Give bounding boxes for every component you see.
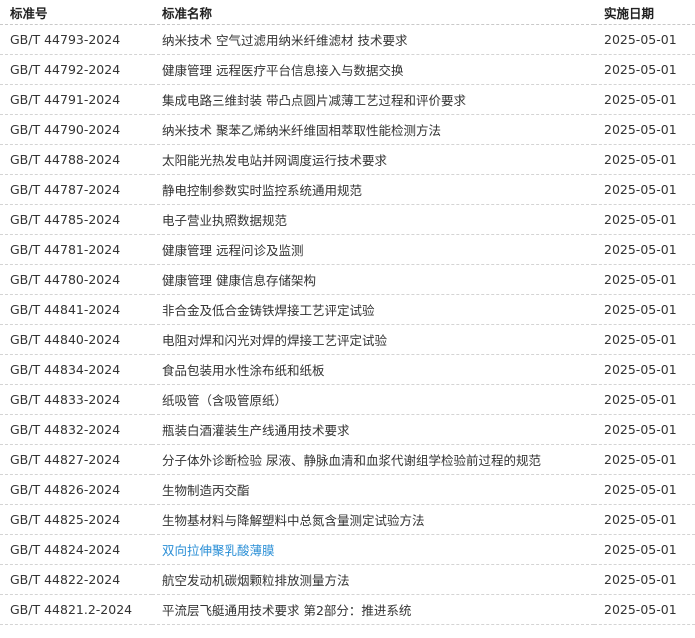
implementation-date: 2025-05-01 bbox=[594, 234, 695, 265]
implementation-date: 2025-05-01 bbox=[594, 264, 695, 295]
standard-name-link[interactable]: 平流层飞艇通用技术要求 第2部分：推进系统 bbox=[152, 594, 594, 625]
standard-name-link[interactable]: 电子营业执照数据规范 bbox=[152, 204, 594, 235]
table-row: GB/T 44791-2024 集成电路三维封装 带凸点圆片减薄工艺过程和评价要求… bbox=[0, 84, 695, 115]
standard-code: GB/T 44834-2024 bbox=[0, 354, 152, 385]
implementation-date: 2025-05-01 bbox=[594, 174, 695, 205]
table-row: GB/T 44790-2024 纳米技术 聚苯乙烯纳米纤维固相萃取性能检测方法 20… bbox=[0, 114, 695, 145]
standard-name-link[interactable]: 健康管理 远程问诊及监测 bbox=[152, 234, 594, 265]
standard-name-link[interactable]: 集成电路三维封装 带凸点圆片减薄工艺过程和评价要求 bbox=[152, 84, 594, 115]
standard-code: GB/T 44822-2024 bbox=[0, 564, 152, 595]
standards-table: 标准号 标准名称 实施日期 GB/T 44793-2024 纳米技术 空气过滤用纳… bbox=[0, 0, 695, 625]
implementation-date: 2025-05-01 bbox=[594, 294, 695, 325]
table-row: GB/T 44785-2024 电子营业执照数据规范 2025-05-01 bbox=[0, 204, 695, 235]
implementation-date: 2025-05-01 bbox=[594, 54, 695, 85]
table-row: GB/T 44832-2024 瓶装白酒灌装生产线通用技术要求 2025-05-01 bbox=[0, 414, 695, 445]
standard-name-link[interactable]: 健康管理 健康信息存储架构 bbox=[152, 264, 594, 295]
standard-name-link[interactable]: 航空发动机碳烟颗粒排放测量方法 bbox=[152, 564, 594, 595]
standard-name-link[interactable]: 健康管理 远程医疗平台信息接入与数据交换 bbox=[152, 54, 594, 85]
standard-code: GB/T 44792-2024 bbox=[0, 54, 152, 85]
table-row: GB/T 44833-2024 纸吸管（含吸管原纸） 2025-05-01 bbox=[0, 384, 695, 415]
table-row: GB/T 44825-2024 生物基材料与降解塑料中总氮含量测定试验方法 2025… bbox=[0, 504, 695, 535]
standard-name-link[interactable]: 生物制造丙交酯 bbox=[152, 474, 594, 505]
standard-code: GB/T 44793-2024 bbox=[0, 24, 152, 55]
standard-code: GB/T 44827-2024 bbox=[0, 444, 152, 475]
header-standard-name: 标准名称 bbox=[152, 0, 594, 25]
header-standard-code: 标准号 bbox=[0, 0, 152, 25]
implementation-date: 2025-05-01 bbox=[594, 444, 695, 475]
table-row: GB/T 44834-2024 食品包装用水性涂布纸和纸板 2025-05-01 bbox=[0, 354, 695, 385]
table-row: GB/T 44781-2024 健康管理 远程问诊及监测 2025-05-01 bbox=[0, 234, 695, 265]
implementation-date: 2025-05-01 bbox=[594, 114, 695, 145]
table-row: GB/T 44788-2024 太阳能光热发电站并网调度运行技术要求 2025-05… bbox=[0, 144, 695, 175]
standard-name-link[interactable]: 生物基材料与降解塑料中总氮含量测定试验方法 bbox=[152, 504, 594, 535]
table-row: GB/T 44822-2024 航空发动机碳烟颗粒排放测量方法 2025-05-01 bbox=[0, 564, 695, 595]
standard-code: GB/T 44825-2024 bbox=[0, 504, 152, 535]
header-implementation-date: 实施日期 bbox=[594, 0, 695, 25]
implementation-date: 2025-05-01 bbox=[594, 204, 695, 235]
table-row: GB/T 44827-2024 分子体外诊断检验 尿液、静脉血清和血浆代谢组学检验… bbox=[0, 444, 695, 475]
table-row: GB/T 44821.2-2024 平流层飞艇通用技术要求 第2部分：推进系统 20… bbox=[0, 594, 695, 625]
standard-name-link[interactable]: 纸吸管（含吸管原纸） bbox=[152, 384, 594, 415]
standard-code: GB/T 44791-2024 bbox=[0, 84, 152, 115]
standard-name-link[interactable]: 纳米技术 空气过滤用纳米纤维滤材 技术要求 bbox=[152, 24, 594, 55]
implementation-date: 2025-05-01 bbox=[594, 564, 695, 595]
standard-code: GB/T 44826-2024 bbox=[0, 474, 152, 505]
standard-code: GB/T 44841-2024 bbox=[0, 294, 152, 325]
standard-name-link[interactable]: 太阳能光热发电站并网调度运行技术要求 bbox=[152, 144, 594, 175]
standard-code: GB/T 44785-2024 bbox=[0, 204, 152, 235]
standard-name-link[interactable]: 瓶装白酒灌装生产线通用技术要求 bbox=[152, 414, 594, 445]
standard-code: GB/T 44790-2024 bbox=[0, 114, 152, 145]
standard-name-link[interactable]: 分子体外诊断检验 尿液、静脉血清和血浆代谢组学检验前过程的规范 bbox=[152, 444, 594, 475]
implementation-date: 2025-05-01 bbox=[594, 474, 695, 505]
standard-name-link[interactable]: 静电控制参数实时监控系统通用规范 bbox=[152, 174, 594, 205]
standard-name-link[interactable]: 双向拉伸聚乳酸薄膜 bbox=[152, 534, 594, 565]
standard-code: GB/T 44832-2024 bbox=[0, 414, 152, 445]
standard-name-link[interactable]: 食品包装用水性涂布纸和纸板 bbox=[152, 354, 594, 385]
implementation-date: 2025-05-01 bbox=[594, 504, 695, 535]
table-row: GB/T 44780-2024 健康管理 健康信息存储架构 2025-05-01 bbox=[0, 264, 695, 295]
standard-code: GB/T 44840-2024 bbox=[0, 324, 152, 355]
standard-code: GB/T 44781-2024 bbox=[0, 234, 152, 265]
standard-name-link[interactable]: 纳米技术 聚苯乙烯纳米纤维固相萃取性能检测方法 bbox=[152, 114, 594, 145]
standard-code: GB/T 44787-2024 bbox=[0, 174, 152, 205]
standard-code: GB/T 44821.2-2024 bbox=[0, 594, 152, 625]
standard-code: GB/T 44833-2024 bbox=[0, 384, 152, 415]
table-row: GB/T 44793-2024 纳米技术 空气过滤用纳米纤维滤材 技术要求 2025… bbox=[0, 24, 695, 55]
implementation-date: 2025-05-01 bbox=[594, 384, 695, 415]
standard-code: GB/T 44780-2024 bbox=[0, 264, 152, 295]
implementation-date: 2025-05-01 bbox=[594, 594, 695, 625]
header-row: 标准号 标准名称 实施日期 bbox=[0, 0, 695, 25]
standard-code: GB/T 44824-2024 bbox=[0, 534, 152, 565]
implementation-date: 2025-05-01 bbox=[594, 84, 695, 115]
implementation-date: 2025-05-01 bbox=[594, 324, 695, 355]
implementation-date: 2025-05-01 bbox=[594, 24, 695, 55]
table-header: 标准号 标准名称 实施日期 bbox=[0, 0, 695, 25]
table-row: GB/T 44787-2024 静电控制参数实时监控系统通用规范 2025-05-0… bbox=[0, 174, 695, 205]
standard-name-link[interactable]: 电阻对焊和闪光对焊的焊接工艺评定试验 bbox=[152, 324, 594, 355]
standard-code: GB/T 44788-2024 bbox=[0, 144, 152, 175]
implementation-date: 2025-05-01 bbox=[594, 534, 695, 565]
table-row: GB/T 44841-2024 非合金及低合金铸铁焊接工艺评定试验 2025-05-… bbox=[0, 294, 695, 325]
table-row: GB/T 44824-2024 双向拉伸聚乳酸薄膜 2025-05-01 bbox=[0, 534, 695, 565]
table-row: GB/T 44792-2024 健康管理 远程医疗平台信息接入与数据交换 2025-… bbox=[0, 54, 695, 85]
standard-name-link[interactable]: 非合金及低合金铸铁焊接工艺评定试验 bbox=[152, 294, 594, 325]
implementation-date: 2025-05-01 bbox=[594, 414, 695, 445]
table-body: GB/T 44793-2024 纳米技术 空气过滤用纳米纤维滤材 技术要求 2025… bbox=[0, 24, 695, 625]
table-row: GB/T 44826-2024 生物制造丙交酯 2025-05-01 bbox=[0, 474, 695, 505]
table-row: GB/T 44840-2024 电阻对焊和闪光对焊的焊接工艺评定试验 2025-05… bbox=[0, 324, 695, 355]
implementation-date: 2025-05-01 bbox=[594, 354, 695, 385]
implementation-date: 2025-05-01 bbox=[594, 144, 695, 175]
